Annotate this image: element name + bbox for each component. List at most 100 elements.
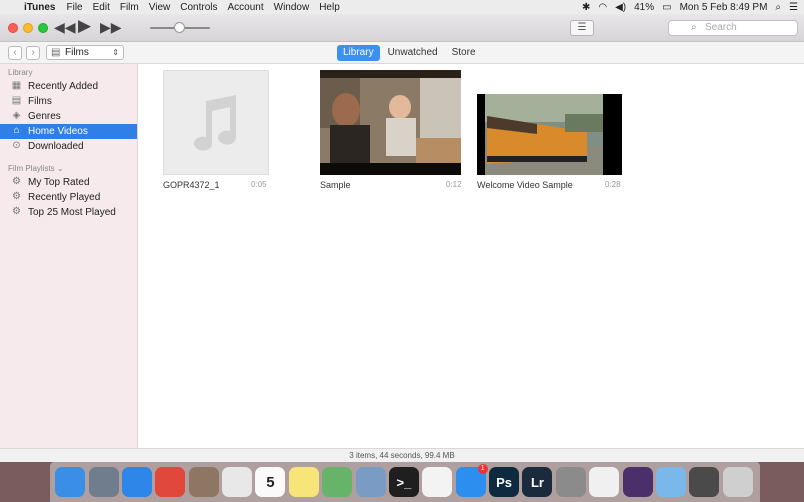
- genres-icon: ◈: [12, 110, 21, 121]
- sidebar-item-my-top-rated[interactable]: ⚙ My Top Rated: [0, 175, 137, 190]
- film-icon: ▤: [11, 95, 22, 106]
- play-icon[interactable]: ▶: [78, 16, 91, 36]
- sidebar-item-label: Films: [28, 96, 52, 107]
- calendar-icon[interactable]: 5: [255, 467, 286, 497]
- menu-help[interactable]: Help: [314, 2, 345, 13]
- media-kind-select[interactable]: ▤ Films ⇕: [46, 45, 124, 60]
- itunes-window: ◀◀ ▶ ▶▶ ☰ ⌕ Search ‹ › ▤ Films ⇕ Library…: [0, 14, 804, 462]
- notes-icon[interactable]: [288, 467, 319, 497]
- menu-app-name[interactable]: iTunes: [20, 2, 61, 13]
- video-thumbnail-welcome[interactable]: [477, 94, 622, 175]
- fast-forward-icon[interactable]: ▶▶: [100, 19, 122, 36]
- notification-badge: 1: [477, 464, 488, 474]
- status-bar: 3 items, 44 seconds, 99.4 MB: [0, 448, 804, 462]
- sidebar-item-label: Top 25 Most Played: [28, 207, 116, 218]
- sidebar-item-label: Home Videos: [28, 126, 88, 137]
- photos-icon[interactable]: [422, 467, 453, 497]
- sidebar-item-films[interactable]: ▤ Films: [0, 94, 137, 109]
- video-title: GOPR4372_1: [163, 180, 220, 190]
- gear-icon: ⚙: [12, 206, 21, 217]
- video-thumbnail-sample[interactable]: [320, 70, 461, 175]
- close-window-button[interactable]: [8, 23, 18, 33]
- lightroom-icon[interactable]: Lr: [522, 467, 553, 497]
- sidebar-item-downloaded[interactable]: ⊙ Downloaded: [0, 139, 137, 154]
- calculator-icon[interactable]: [188, 467, 219, 497]
- music-note-icon: [194, 95, 237, 151]
- minimize-window-button[interactable]: [23, 23, 33, 33]
- menu-film[interactable]: Film: [115, 2, 144, 13]
- forward-button[interactable]: ›: [26, 46, 40, 60]
- volume-slider-knob[interactable]: [174, 22, 185, 33]
- spotlight-icon[interactable]: ⌕: [775, 2, 781, 13]
- sidebar-item-recently-played[interactable]: ⚙ Recently Played: [0, 190, 137, 205]
- video-thumbnail-placeholder[interactable]: [163, 70, 269, 175]
- preview-icon[interactable]: [355, 467, 386, 497]
- app-store-icon[interactable]: 1: [455, 464, 488, 497]
- tab-library[interactable]: Library: [337, 45, 380, 61]
- sidebar-item-label: Genres: [28, 111, 61, 122]
- wifi-icon[interactable]: ◠: [598, 2, 607, 13]
- photoshop-icon[interactable]: Ps: [489, 467, 520, 497]
- bluetooth-icon[interactable]: ✱: [582, 2, 590, 13]
- chevron-left-icon: ‹: [13, 47, 17, 58]
- maps-icon[interactable]: [322, 467, 353, 497]
- menu-view[interactable]: View: [144, 2, 176, 13]
- rewind-icon[interactable]: ◀◀: [54, 19, 76, 36]
- downloads-stack-icon[interactable]: [689, 467, 720, 497]
- battery-icon[interactable]: ▭: [662, 2, 671, 13]
- launchpad-icon[interactable]: [88, 467, 119, 497]
- safari-icon[interactable]: [121, 467, 152, 497]
- status-menus: ✱ ◠ ◀) 41% ▭ Mon 5 Feb 8:49 PM ⌕ ☰: [582, 2, 798, 13]
- chrome-icon[interactable]: [155, 467, 186, 497]
- volume-icon[interactable]: ◀): [615, 2, 626, 13]
- sample-video-frame: [320, 70, 461, 175]
- sidebar: Library ▦ Recently Added ▤ Films ◈ Genre…: [0, 64, 138, 448]
- menu-edit[interactable]: Edit: [88, 2, 115, 13]
- video-grid: GOPR4372_1 0:05 Sample 0:12 Welcome Vide…: [139, 64, 804, 448]
- sidebar-item-top-25-most-played[interactable]: ⚙ Top 25 Most Played: [0, 205, 137, 220]
- search-input[interactable]: ⌕ Search: [668, 20, 798, 36]
- media-kind-label: Films: [65, 47, 89, 58]
- folder-icon[interactable]: [655, 467, 686, 497]
- tab-unwatched[interactable]: Unwatched: [382, 45, 444, 61]
- menu-file[interactable]: File: [61, 2, 87, 13]
- video-title: Welcome Video Sample: [477, 180, 573, 190]
- search-icon: ⌕: [691, 22, 697, 33]
- sidebar-item-genres[interactable]: ◈ Genres: [0, 109, 137, 124]
- sidebar-item-recently-added[interactable]: ▦ Recently Added: [0, 79, 137, 94]
- battery-percent[interactable]: 41%: [634, 2, 654, 13]
- notification-center-icon[interactable]: ☰: [789, 2, 798, 13]
- up-next-list-button[interactable]: ☰: [570, 20, 594, 36]
- dock: 5 >_ 1 Ps Lr: [50, 462, 760, 502]
- chevron-right-icon: ›: [31, 47, 35, 58]
- itunes-icon[interactable]: [589, 467, 620, 497]
- film-playlists-heading[interactable]: Film Playlists ⌄: [0, 160, 137, 175]
- grid-icon: ▦: [11, 80, 22, 91]
- list-icon: ☰: [577, 22, 587, 33]
- sidebar-item-label: Recently Played: [28, 192, 101, 203]
- textedit-icon[interactable]: [222, 467, 253, 497]
- menu-account[interactable]: Account: [222, 2, 268, 13]
- search-placeholder: Search: [705, 22, 737, 33]
- video-tile-gopr4372[interactable]: GOPR4372_1 0:05: [163, 70, 269, 190]
- sidebar-item-home-videos[interactable]: ⌂ Home Videos: [0, 124, 137, 139]
- video-tile-welcome[interactable]: Welcome Video Sample 0:28: [477, 70, 622, 190]
- menu-window[interactable]: Window: [269, 2, 315, 13]
- system-preferences-icon[interactable]: [555, 467, 586, 497]
- finder-icon[interactable]: [55, 467, 86, 497]
- clock[interactable]: Mon 5 Feb 8:49 PM: [680, 2, 768, 13]
- gear-icon: ⚙: [12, 176, 21, 187]
- fullscreen-window-button[interactable]: [38, 23, 48, 33]
- menu-controls[interactable]: Controls: [175, 2, 222, 13]
- tab-store[interactable]: Store: [446, 45, 482, 61]
- sidebar-item-label: Downloaded: [28, 141, 84, 152]
- video-title: Sample: [320, 180, 351, 190]
- terminal-icon[interactable]: >_: [388, 467, 419, 497]
- chevron-updown-icon: ⇕: [112, 48, 119, 57]
- trash-icon[interactable]: [722, 467, 753, 497]
- gear-icon: ⚙: [12, 191, 21, 202]
- home-video-icon: ⌂: [13, 125, 20, 136]
- media-encoder-icon[interactable]: [622, 467, 653, 497]
- video-tile-sample[interactable]: Sample 0:12: [320, 70, 462, 190]
- back-button[interactable]: ‹: [8, 46, 22, 60]
